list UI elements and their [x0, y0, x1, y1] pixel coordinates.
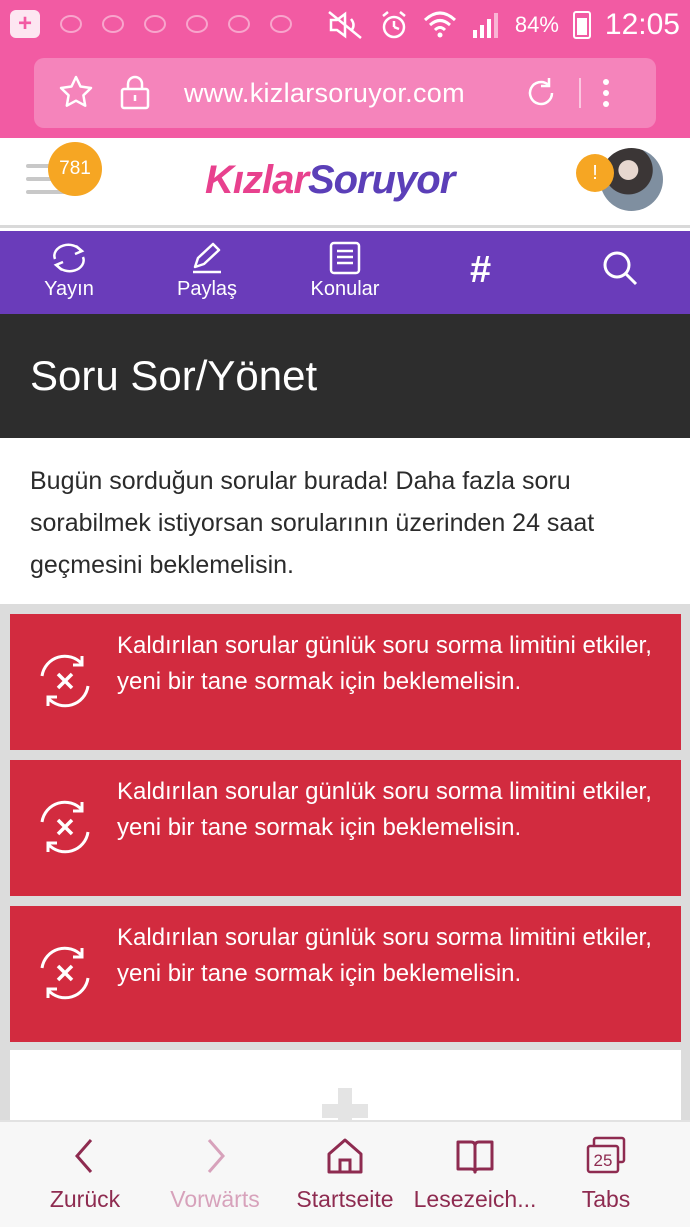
notification-icon — [270, 15, 292, 33]
removed-cycle-x-icon — [40, 946, 90, 1000]
notification-icon — [102, 15, 124, 33]
alert-message: Kaldırılan sorular günlük soru sorma lim… — [117, 778, 652, 841]
book-icon — [456, 1140, 494, 1174]
hashtag-icon[interactable]: # — [470, 249, 491, 292]
bookmarks-button[interactable]: Lesezeich... — [412, 1136, 538, 1213]
removed-question-alert: Kaldırılan sorular günlük soru sorma lim… — [10, 906, 681, 1042]
intro-text: Bugün sorduğun sorular burada! Daha fazl… — [30, 467, 595, 579]
tabs-icon: 25 — [586, 1136, 626, 1174]
alert-message: Kaldırılan sorular günlük soru sorma lim… — [117, 924, 652, 987]
nav-item-konular[interactable]: Konular — [290, 241, 400, 301]
home-icon — [327, 1138, 363, 1174]
site-header: 781 KızlarSoruyor ! — [0, 138, 690, 228]
removed-question-alert: Kaldırılan sorular günlük soru sorma lim… — [10, 760, 681, 896]
chevron-left-icon — [75, 1139, 93, 1173]
browser-bottom-bar: Zurück Vorwärts Startseite Lesezeich... … — [0, 1120, 690, 1227]
tabs-label: Tabs — [581, 1186, 631, 1212]
alarm-icon — [382, 11, 406, 39]
search-icon[interactable] — [600, 248, 640, 288]
nav-label: Konular — [310, 278, 380, 300]
tabs-button[interactable]: 25 Tabs — [554, 1136, 658, 1213]
battery-icon — [572, 11, 591, 39]
removed-question-alert: Kaldırılan sorular günlük soru sorma lim… — [10, 614, 681, 750]
plus-icon: + — [10, 10, 40, 38]
chevron-right-icon — [207, 1139, 225, 1173]
battery-percent: 84% — [514, 12, 559, 37]
logo-part-kizlar: Kızlar — [205, 158, 309, 202]
back-button[interactable]: Zurück — [30, 1136, 140, 1213]
browser-toolbar: www.kizlarsoruyor.com — [0, 50, 690, 138]
bookmark-star-icon[interactable] — [58, 74, 94, 110]
alert-badge[interactable]: ! — [576, 154, 614, 192]
url-text[interactable]: www.kizlarsoruyor.com — [184, 78, 465, 109]
page-title: Soru Sor/Yönet — [30, 352, 318, 399]
notification-count-badge[interactable]: 781 — [48, 142, 102, 196]
wifi-icon — [423, 11, 456, 38]
signal-icon — [472, 13, 498, 38]
address-bar[interactable]: www.kizlarsoruyor.com — [34, 58, 656, 128]
reload-icon[interactable] — [522, 74, 560, 112]
nav-item-yayin[interactable]: Yayın — [14, 241, 124, 301]
back-label: Zurück — [49, 1186, 121, 1212]
mute-icon — [328, 11, 362, 39]
logo-part-soruyor: Soruyor — [307, 158, 455, 202]
site-logo[interactable]: KızlarSoruyor — [205, 158, 455, 203]
page-title-band: Soru Sor/Yönet — [0, 314, 690, 438]
home-label: Startseite — [296, 1186, 394, 1212]
forward-label: Vorwärts — [170, 1186, 260, 1212]
home-button[interactable]: Startseite — [288, 1136, 402, 1213]
removed-cycle-x-icon — [40, 800, 90, 854]
pencil-icon — [193, 242, 221, 274]
lock-icon — [120, 75, 150, 110]
nav-label: Paylaş — [176, 278, 238, 300]
more-vertical-icon[interactable] — [600, 74, 612, 112]
forward-button[interactable]: Vorwärts — [158, 1136, 272, 1213]
status-notifications: + — [10, 10, 292, 38]
question-list: Kaldırılan sorular günlük soru sorma lim… — [0, 604, 690, 1130]
refresh-icon — [53, 243, 85, 273]
main-nav: Yayın Paylaş Konular # — [0, 231, 690, 314]
list-icon — [329, 241, 361, 275]
removed-cycle-x-icon — [40, 654, 90, 708]
alert-message: Kaldırılan sorular günlük soru sorma lim… — [117, 632, 652, 695]
nav-item-paylas[interactable]: Paylaş — [152, 241, 262, 301]
tab-count: 25 — [594, 1151, 613, 1170]
notification-icon — [144, 15, 166, 33]
bookmarks-label: Lesezeich... — [413, 1186, 537, 1212]
clock: 12:05 — [604, 8, 680, 41]
toolbar-divider — [579, 78, 581, 108]
status-bar: + 84% 12:05 — [0, 0, 690, 50]
notification-icon — [186, 15, 208, 33]
notification-icon — [228, 15, 250, 33]
notification-icon — [60, 15, 82, 33]
nav-label: Yayın — [44, 278, 94, 300]
